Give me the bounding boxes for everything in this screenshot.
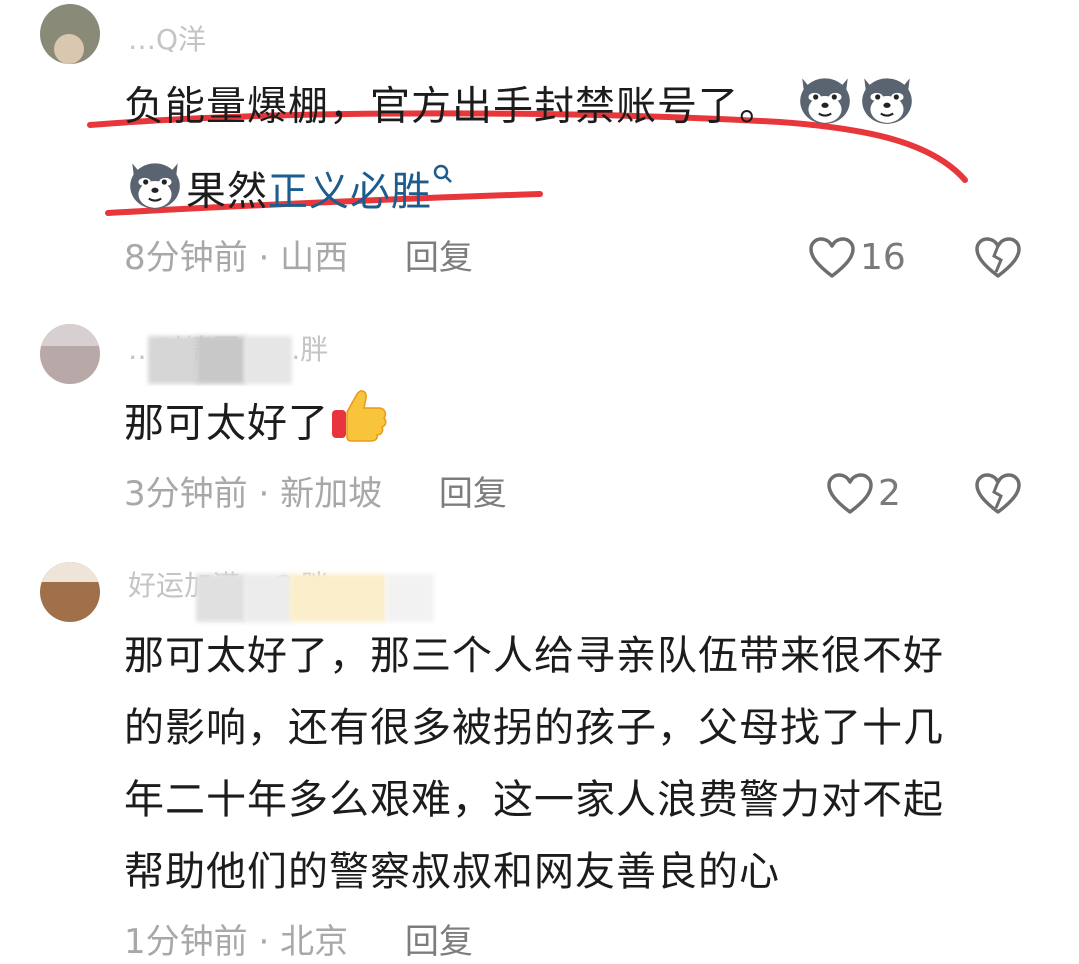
comment-text: 那可太好了	[124, 384, 1034, 467]
wolf-head-emoji	[794, 66, 856, 151]
comment-meta: 8分钟前 · 山西 回复	[124, 236, 473, 280]
comment-meta: 3分钟前 · 新加坡 回复	[124, 472, 507, 516]
comment-item-3: 好运加满 ▸ C.胖 那可太好了，那三个人给寻亲队伍带来很不好 的影响，还有很多…	[0, 540, 1079, 964]
dislike-button[interactable]	[974, 236, 1022, 284]
location: 山西	[280, 238, 349, 278]
comment-text-line-1: 那可太好了	[124, 400, 329, 447]
blurred-mosaic	[244, 336, 292, 384]
avatar[interactable]	[40, 324, 100, 384]
comment-item-2: …时情愿 ▸ C.胖 那可太好了 3分钟前 · 新加坡 回复 2	[0, 300, 1079, 540]
broken-heart-icon	[975, 237, 1021, 278]
reply-button[interactable]: 回复	[439, 474, 507, 514]
thumbs-up-emoji	[329, 384, 389, 467]
comment-text: 负能量爆棚，官方出手封禁账号了。 果然正义必胜	[124, 66, 1034, 236]
like-count: 2	[878, 473, 901, 514]
blurred-mosaic	[244, 574, 292, 622]
comment-text-line-1: 那可太好了，那三个人给寻亲队伍带来很不好	[124, 633, 944, 679]
dislike-button[interactable]	[974, 472, 1022, 520]
timestamp: 3分钟前	[124, 474, 248, 514]
like-count: 16	[860, 237, 906, 278]
wolf-head-emoji	[124, 151, 186, 236]
like-button[interactable]: 16	[808, 236, 906, 280]
blurred-mosaic	[196, 574, 246, 622]
comment-text-line-2: 果然	[186, 168, 268, 215]
reply-button[interactable]: 回复	[405, 922, 473, 962]
comment-text-line-3: 年二十年多么艰难，这一家人浪费警力对不起	[124, 777, 944, 823]
comment-item-1: …Q洋 负能量爆棚，官方出手封禁账号了。 果然正义必胜 8分钟前 · 山西 回复…	[0, 0, 1079, 300]
blurred-mosaic	[290, 574, 386, 622]
comment-text: 那可太好了，那三个人给寻亲队伍带来很不好 的影响，还有很多被拐的孩子，父母找了十…	[124, 620, 1034, 908]
meta-separator: ·	[258, 922, 281, 962]
meta-separator: ·	[258, 474, 281, 514]
meta-separator: ·	[258, 238, 281, 278]
username-text: …Q洋	[128, 23, 207, 52]
blurred-mosaic	[386, 574, 434, 622]
comment-text-line-2: 的影响，还有很多被拐的孩子，父母找了十几	[124, 705, 944, 751]
comment-meta: 1分钟前 · 北京 回复	[124, 920, 473, 964]
avatar[interactable]	[40, 562, 100, 622]
search-link-text: 正义必胜	[268, 168, 432, 215]
username[interactable]: …Q洋	[128, 12, 328, 52]
timestamp: 8分钟前	[124, 238, 248, 278]
location: 北京	[280, 922, 349, 962]
search-icon	[433, 164, 452, 183]
comment-text-line-4: 帮助他们的警察叔叔和网友善良的心	[124, 849, 780, 895]
avatar[interactable]	[40, 4, 100, 64]
reply-button[interactable]: 回复	[405, 238, 473, 278]
heart-icon	[827, 473, 873, 514]
username[interactable]: …时情愿 ▸ C.胖	[128, 330, 428, 386]
broken-heart-icon	[975, 473, 1021, 514]
search-link[interactable]: 正义必胜	[268, 164, 454, 215]
wolf-head-emoji	[856, 66, 918, 151]
timestamp: 1分钟前	[124, 922, 248, 962]
username[interactable]: 好运加满 ▸ C.胖	[128, 566, 528, 626]
heart-icon	[809, 237, 855, 278]
blurred-mosaic	[148, 336, 198, 384]
like-button[interactable]: 2	[826, 472, 901, 516]
comment-text-line-1: 负能量爆棚，官方出手封禁账号了。	[124, 83, 780, 130]
blurred-mosaic	[196, 336, 246, 384]
location: 新加坡	[280, 474, 383, 514]
